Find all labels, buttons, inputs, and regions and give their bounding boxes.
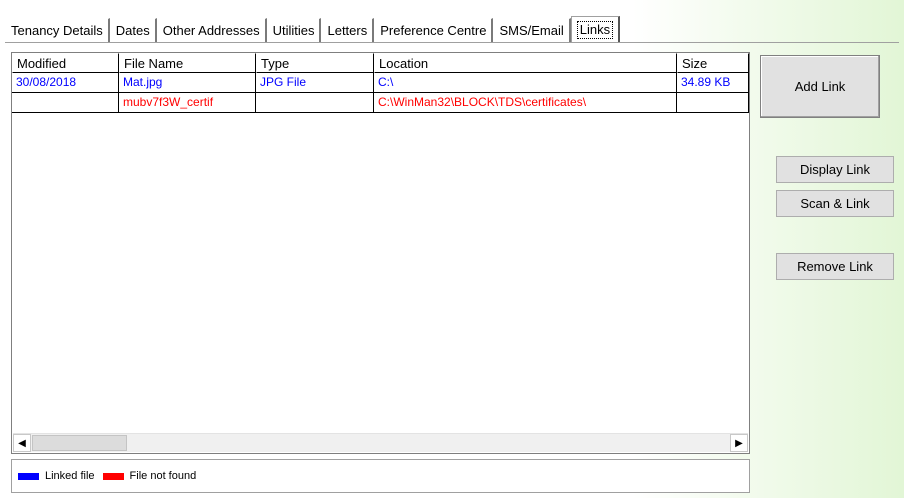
linked-swatch [18, 472, 39, 480]
cell-location[interactable]: C:\WinMan32\BLOCK\TDS\certificates\ [374, 93, 677, 113]
legend-item-linked: Linked file [18, 470, 95, 482]
tab-label: Preference Centre [380, 23, 487, 38]
tab-strip: Tenancy Details Dates Other Addresses Ut… [5, 14, 621, 43]
tab-label: Tenancy Details [11, 23, 103, 38]
legend-item-not-found: File not found [102, 470, 197, 482]
scroll-thumb[interactable] [32, 435, 127, 451]
tab-label: SMS/Email [499, 23, 564, 38]
legend-label: Linked file [45, 470, 95, 482]
cell-file-name[interactable]: Mat.jpg [119, 73, 256, 93]
triangle-right-icon: ▶ [735, 437, 743, 449]
table-row[interactable]: mubv7f3W_certif C:\WinMan32\BLOCK\TDS\ce… [12, 93, 749, 113]
tab-divider [5, 42, 899, 43]
tab-utilities[interactable]: Utilities [266, 18, 322, 42]
cell-type[interactable]: JPG File [256, 73, 374, 93]
column-header-type[interactable]: Type [256, 53, 374, 73]
scan-link-button[interactable]: Scan & Link [776, 190, 894, 217]
display-link-button[interactable]: Display Link [776, 156, 894, 183]
add-link-button[interactable]: Add Link [760, 55, 880, 118]
cell-modified[interactable] [12, 93, 119, 113]
tab-preference-centre[interactable]: Preference Centre [374, 18, 494, 42]
horizontal-scrollbar[interactable]: ◀ ▶ [13, 433, 748, 452]
cell-size[interactable]: 34.89 KB [677, 73, 749, 93]
column-header-file-name[interactable]: File Name [119, 53, 256, 73]
cell-type[interactable] [256, 93, 374, 113]
tab-label: Letters [327, 23, 368, 38]
tab-sms-email[interactable]: SMS/Email [493, 18, 571, 42]
cell-file-name[interactable]: mubv7f3W_certif [119, 93, 256, 113]
tab-links[interactable]: Links [570, 16, 621, 43]
not-found-swatch [102, 472, 124, 480]
status-legend: Linked file File not found [11, 459, 750, 493]
tab-label: Other Addresses [162, 23, 260, 38]
cell-location[interactable]: C:\ [374, 73, 677, 93]
tab-dates[interactable]: Dates [109, 18, 157, 42]
links-grid[interactable]: Modified File Name Type Location Size 30… [11, 52, 750, 454]
scroll-left-button[interactable]: ◀ [13, 434, 31, 452]
tab-letters[interactable]: Letters [321, 18, 375, 42]
tab-label: Utilities [272, 23, 315, 38]
remove-link-button[interactable]: Remove Link [776, 253, 894, 280]
column-header-size[interactable]: Size [677, 53, 749, 73]
column-header-modified[interactable]: Modified [12, 53, 119, 73]
tab-other-addresses[interactable]: Other Addresses [156, 18, 267, 42]
table-row[interactable]: 30/08/2018 Mat.jpg JPG File C:\ 34.89 KB [12, 73, 749, 93]
triangle-left-icon: ◀ [18, 437, 26, 449]
tab-tenancy-details[interactable]: Tenancy Details [5, 18, 110, 42]
cell-modified[interactable]: 30/08/2018 [12, 73, 119, 93]
cell-size[interactable] [677, 93, 749, 113]
scroll-right-button[interactable]: ▶ [730, 434, 748, 452]
tab-label: Links [576, 21, 614, 39]
legend-label: File not found [129, 470, 197, 482]
tab-label: Dates [115, 23, 150, 38]
grid-rows: 30/08/2018 Mat.jpg JPG File C:\ 34.89 KB… [12, 73, 749, 113]
grid-header: Modified File Name Type Location Size [12, 53, 749, 73]
column-header-location[interactable]: Location [374, 53, 677, 73]
